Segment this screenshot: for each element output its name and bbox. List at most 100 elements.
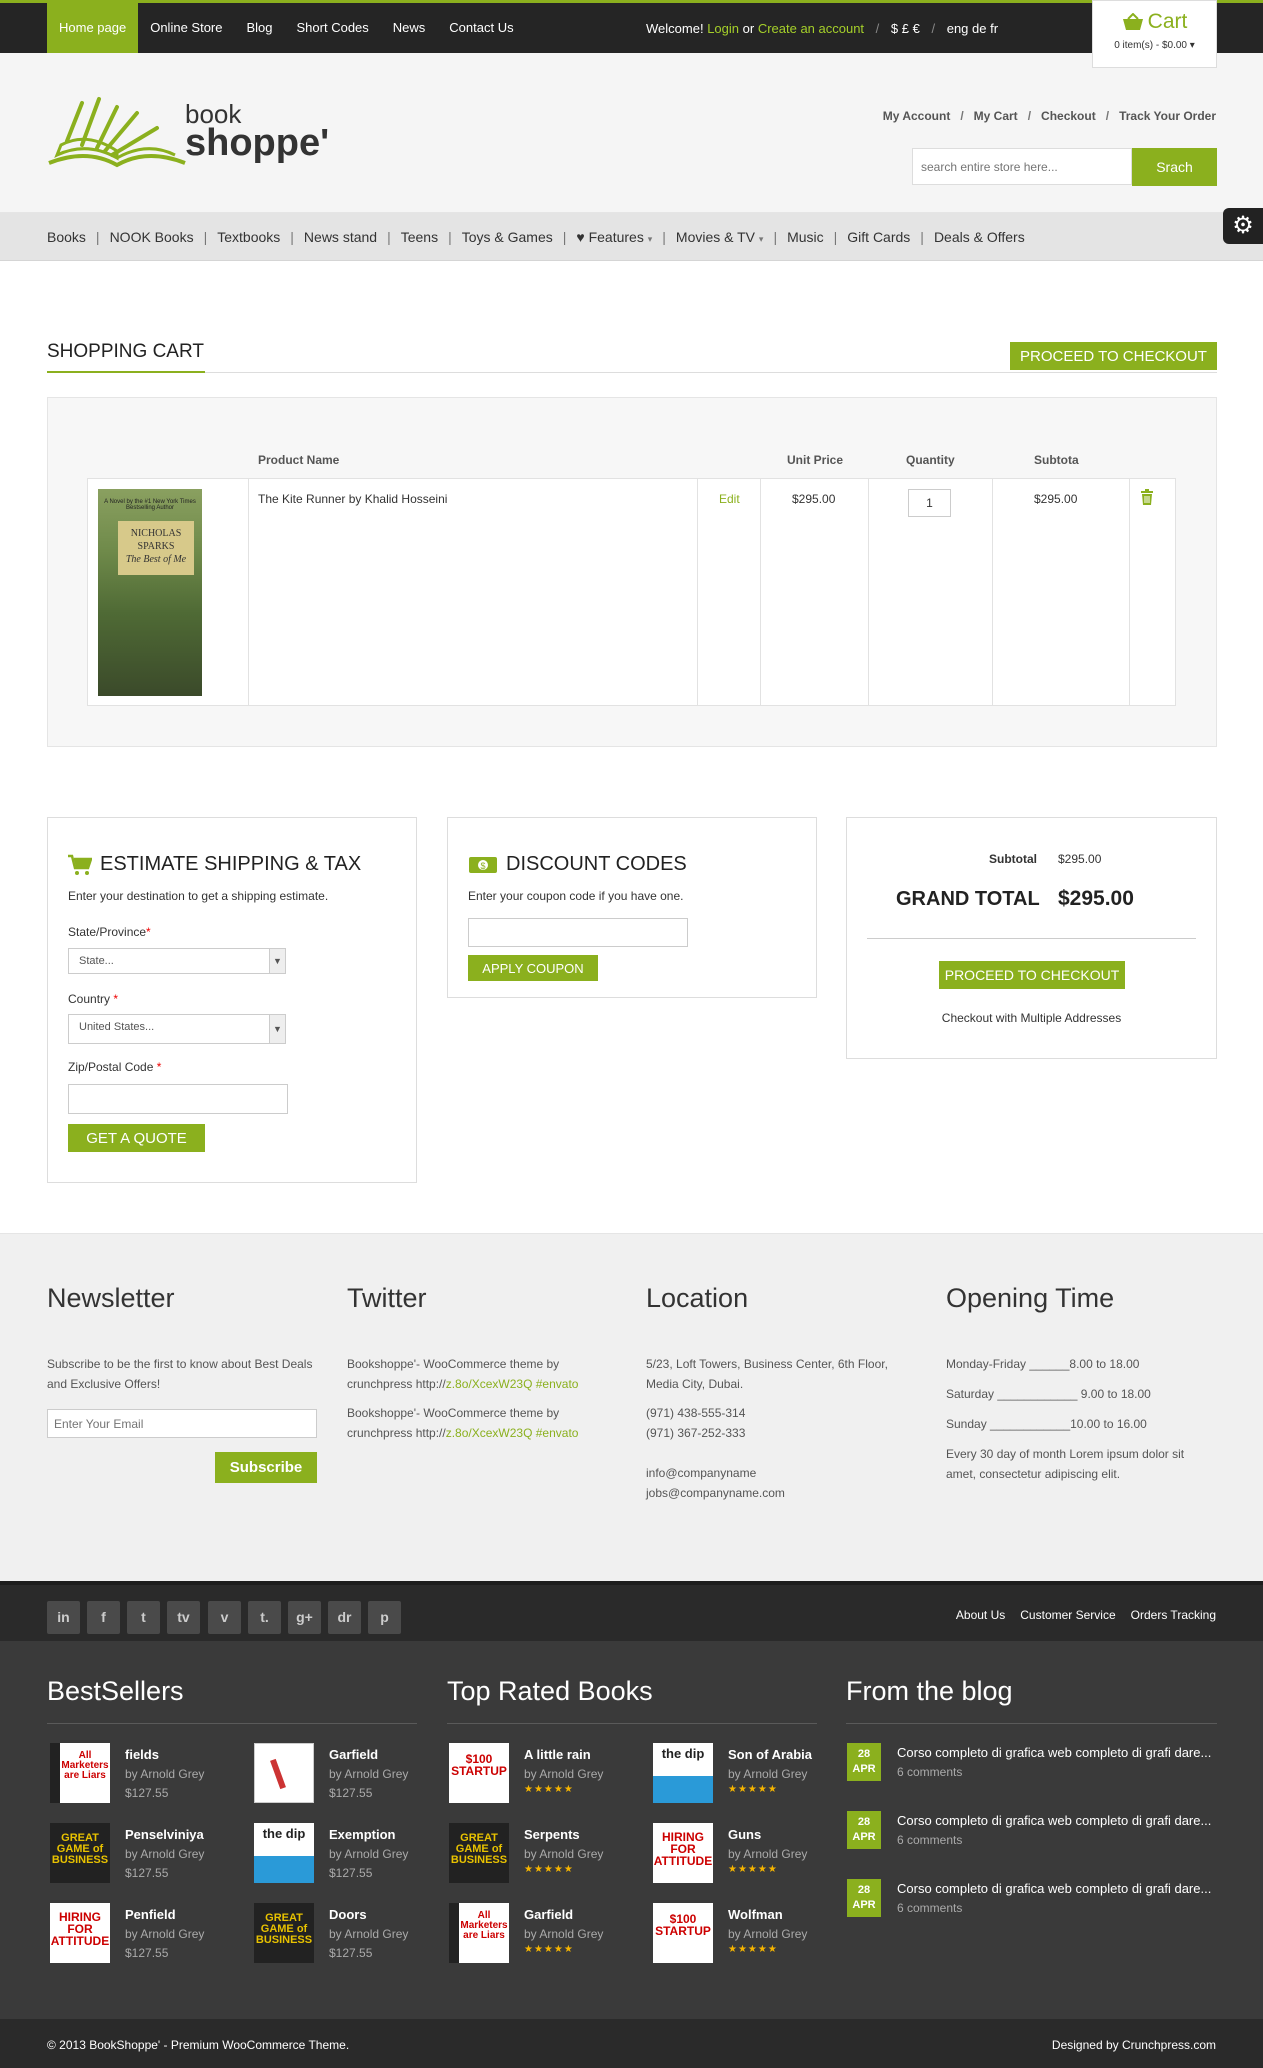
nav-toys-games[interactable]: Toys & Games | — [462, 229, 577, 245]
facebook-icon[interactable]: f — [87, 1601, 120, 1634]
nav-deals[interactable]: Deals & Offers — [934, 229, 1025, 245]
subscribe-button[interactable]: Subscribe — [215, 1452, 317, 1483]
state-select[interactable]: State... ▼ — [68, 948, 286, 974]
book-item[interactable]: All Marketers are Liars fields by Arnold… — [50, 1743, 204, 1803]
footer-books: BestSellers Top Rated Books From the blo… — [0, 1641, 1263, 2019]
product-name[interactable]: The Kite Runner by Khalid Hosseini — [258, 492, 447, 506]
zip-input[interactable] — [68, 1084, 288, 1114]
my-cart-link[interactable]: My Cart — [974, 109, 1018, 123]
book-item[interactable]: $100 STARTUP A little rain by Arnold Gre… — [449, 1743, 603, 1803]
book-item[interactable]: GREAT GAME of BUSINESS Penselviniya by A… — [50, 1823, 204, 1883]
book-item[interactable]: GREAT GAME of BUSINESS Doors by Arnold G… — [254, 1903, 408, 1963]
logo[interactable]: book shoppe' — [47, 93, 329, 183]
currency-switcher[interactable]: $ £ € — [891, 21, 920, 36]
nav-nook-books[interactable]: NOOK Books | — [110, 229, 218, 245]
book-title[interactable]: Penselviniya — [125, 1827, 204, 1842]
book-title[interactable]: Garfield — [329, 1747, 378, 1762]
proceed-checkout-top-button[interactable]: Proceed to Checkout — [1010, 342, 1217, 370]
multi-address-link[interactable]: Checkout with Multiple Addresses — [847, 1011, 1216, 1025]
country-select[interactable]: United States... ▼ — [68, 1014, 286, 1044]
nav-features[interactable]: ♥ Features ▾ | — [576, 229, 676, 245]
book-item[interactable]: the dip Exemption by Arnold Grey $127.55 — [254, 1823, 408, 1883]
book-item[interactable]: All Marketers are Liars Garfield by Arno… — [449, 1903, 603, 1963]
book-title[interactable]: Wolfman — [728, 1907, 783, 1922]
book-title[interactable]: fields — [125, 1747, 159, 1762]
tumblr-icon[interactable]: t. — [248, 1601, 281, 1634]
book-item[interactable]: HIRING FOR ATTITUDE Guns by Arnold Grey … — [653, 1823, 807, 1883]
header-subtotal: Subtota — [1034, 453, 1079, 467]
book-item[interactable]: GREAT GAME of BUSINESS Serpents by Arnol… — [449, 1823, 603, 1883]
product-image[interactable]: A Novel by the #1 New York Times Bestsel… — [98, 489, 202, 696]
blog-post[interactable]: 28 APR Corso completo di grafica web comp… — [847, 1811, 1217, 1856]
dribbble-icon[interactable]: dr — [328, 1601, 361, 1634]
book-title[interactable]: Guns — [728, 1827, 761, 1842]
topnav-news[interactable]: News — [381, 3, 438, 53]
blog-post[interactable]: 28 APR Corso completo di grafica web comp… — [847, 1879, 1217, 1924]
twitter-icon[interactable]: t — [127, 1601, 160, 1634]
apply-coupon-button[interactable]: Apply Coupon — [468, 955, 598, 981]
book-author: by Arnold Grey — [728, 1927, 808, 1941]
youtube-icon[interactable]: tv — [167, 1601, 200, 1634]
language-switcher[interactable]: eng de fr — [947, 21, 998, 36]
search-button[interactable]: Srach — [1132, 148, 1217, 186]
book-title[interactable]: A little rain — [524, 1747, 591, 1762]
book-item[interactable]: $100 STARTUP Wolfman by Arnold Grey ★★★★… — [653, 1903, 807, 1963]
checkout-link[interactable]: Checkout — [1041, 109, 1096, 123]
nav-gift-cards[interactable]: Gift Cards | — [847, 229, 934, 245]
tweet-link[interactable]: z.8o/XcexW23Q #envato — [446, 1377, 579, 1391]
edit-link[interactable]: Edit — [719, 492, 740, 506]
phone-1[interactable]: (971) 438-555-314 — [646, 1403, 916, 1423]
topnav-blog[interactable]: Blog — [234, 3, 284, 53]
topnav-short-codes[interactable]: Short Codes — [285, 3, 381, 53]
my-account-link[interactable]: My Account — [883, 109, 951, 123]
orders-tracking-link[interactable]: Orders Tracking — [1131, 1608, 1216, 1622]
nav-teens[interactable]: Teens | — [401, 229, 462, 245]
mini-cart[interactable]: Cart 0 item(s) - $0.00 ▾ — [1092, 0, 1217, 68]
get-quote-button[interactable]: Get a Quote — [68, 1124, 205, 1152]
book-title[interactable]: Doors — [329, 1907, 367, 1922]
nav-movies-tv[interactable]: Movies & TV ▾ | — [676, 229, 787, 245]
post-comments: 6 comments — [897, 1765, 963, 1779]
search-input[interactable] — [912, 148, 1132, 185]
book-item[interactable]: the dip Son of Arabia by Arnold Grey ★★★… — [653, 1743, 812, 1803]
newsletter-email-input[interactable] — [47, 1409, 317, 1438]
post-title[interactable]: Corso completo di grafica web completo d… — [897, 1813, 1211, 1828]
track-order-link[interactable]: Track Your Order — [1119, 109, 1216, 123]
gear-icon[interactable]: ⚙ — [1223, 208, 1263, 244]
topnav-online-store[interactable]: Online Store — [138, 3, 234, 53]
pinterest-icon[interactable]: p — [368, 1601, 401, 1634]
login-link[interactable]: Login — [707, 21, 739, 36]
rating-stars: ★★★★★ — [524, 1784, 574, 1795]
book-item[interactable]: Garfield by Arnold Grey $127.55 — [254, 1743, 408, 1803]
coupon-input[interactable] — [468, 918, 688, 947]
proceed-checkout-button[interactable]: Proceed to Checkout — [939, 961, 1125, 989]
book-title[interactable]: Garfield — [524, 1907, 573, 1922]
topnav-contact[interactable]: Contact Us — [437, 3, 525, 53]
blog-post[interactable]: 28 APR Corso completo di grafica web comp… — [847, 1743, 1217, 1788]
quantity-input[interactable]: 1 — [908, 489, 951, 517]
book-title[interactable]: Son of Arabia — [728, 1747, 812, 1762]
email-1[interactable]: info@companyname — [646, 1463, 916, 1483]
linkedin-icon[interactable]: in — [47, 1601, 80, 1634]
tweet-link[interactable]: z.8o/XcexW23Q #envato — [446, 1426, 579, 1440]
topnav-home[interactable]: Home page — [47, 3, 139, 53]
book-title[interactable]: Exemption — [329, 1827, 395, 1842]
vimeo-icon[interactable]: v — [208, 1601, 241, 1634]
customer-service-link[interactable]: Customer Service — [1020, 1608, 1115, 1622]
create-account-link[interactable]: Create an account — [758, 21, 864, 36]
phone-2[interactable]: (971) 367-252-333 — [646, 1423, 916, 1443]
book-item[interactable]: HIRING FOR ATTITUDE Penfield by Arnold G… — [50, 1903, 204, 1963]
post-title[interactable]: Corso completo di grafica web completo d… — [897, 1881, 1211, 1896]
book-title[interactable]: Penfield — [125, 1907, 176, 1922]
designed-by-link[interactable]: Designed by Crunchpress.com — [1052, 2038, 1216, 2052]
nav-textbooks[interactable]: Textbooks | — [217, 229, 304, 245]
nav-news-stand[interactable]: News stand | — [304, 229, 401, 245]
post-title[interactable]: Corso completo di grafica web completo d… — [897, 1745, 1211, 1760]
google-plus-icon[interactable]: g+ — [288, 1601, 321, 1634]
trash-icon[interactable] — [1140, 489, 1154, 508]
email-2[interactable]: jobs@companyname.com — [646, 1483, 916, 1503]
nav-books[interactable]: Books | — [47, 229, 110, 245]
about-us-link[interactable]: About Us — [956, 1608, 1005, 1622]
book-title[interactable]: Serpents — [524, 1827, 580, 1842]
nav-music[interactable]: Music | — [787, 229, 847, 245]
